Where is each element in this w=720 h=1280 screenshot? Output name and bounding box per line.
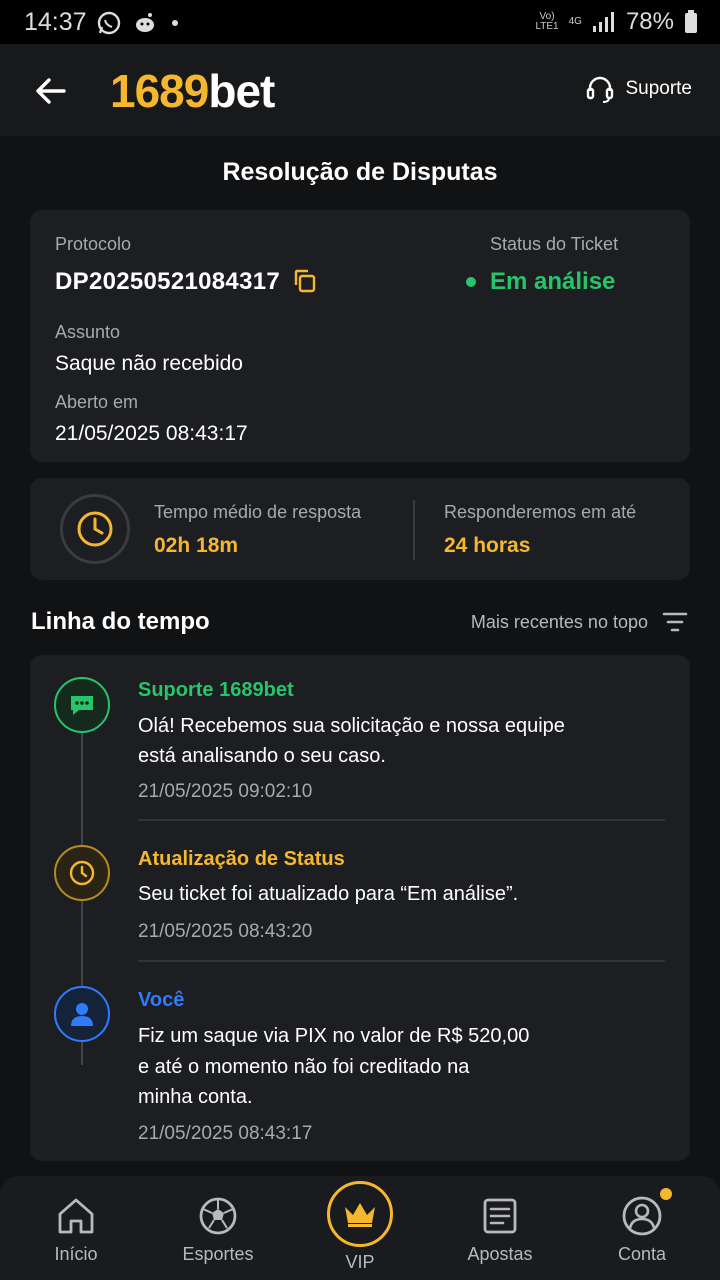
response-time-card: Tempo médio de resposta 02h 18m Responde…: [30, 478, 690, 580]
timeline-item-message: e até o momento não foi creditado na: [138, 1056, 470, 1078]
nav-home-label: Início: [54, 1244, 98, 1264]
notification-dot-icon: [172, 20, 178, 26]
soccer-ball-icon: [199, 1197, 237, 1235]
timeline-item-message: está analisando o seu caso.: [138, 745, 386, 767]
timeline-item-time: 21/05/2025 08:43:17: [138, 1123, 313, 1144]
nav-account[interactable]: Conta: [582, 1194, 702, 1265]
avg-response-label: Tempo médio de resposta: [154, 502, 362, 522]
timeline-item-user-icon: [54, 986, 110, 1042]
status-dot: [466, 277, 476, 287]
status-time: 14:37: [24, 8, 87, 36]
user-icon: [71, 1003, 93, 1026]
support-label: Suporte: [625, 78, 692, 99]
nav-sports-label: Esportes: [182, 1244, 254, 1264]
opened-label: Aberto em: [55, 392, 139, 412]
avg-response-value: 02h 18m: [154, 534, 239, 557]
home-icon: [58, 1198, 94, 1234]
ticket-card: Protocolo DP20250521084317 Status do Tic…: [30, 210, 690, 462]
nav-bets[interactable]: Apostas: [440, 1194, 560, 1265]
timeline-sort-button[interactable]: Mais recentes no topo: [471, 611, 688, 633]
crown-icon: [345, 1203, 375, 1227]
response-clock: [60, 494, 130, 564]
bottom-nav: Início Esportes VIP Apostas Conta: [0, 1176, 720, 1280]
app-header: 1689bet Suporte: [0, 44, 720, 136]
clock-icon: [69, 860, 95, 886]
account-icon: [622, 1196, 662, 1236]
status-value: Em análise: [490, 268, 616, 295]
reddit-icon: [136, 13, 154, 32]
timeline-title: Linha do tempo: [31, 608, 210, 635]
timeline-item-message: Olá! Recebemos sua solicitação e nossa e…: [138, 715, 565, 737]
clock-icon: [77, 511, 113, 547]
notification-badge: [660, 1188, 672, 1200]
opened-value: 21/05/2025 08:43:17: [55, 422, 248, 445]
timeline-item-author: Atualização de Status: [138, 848, 345, 870]
status-label: Status do Ticket: [490, 234, 619, 254]
response-within-value: 24 horas: [444, 534, 531, 557]
nav-sports[interactable]: Esportes: [158, 1194, 278, 1265]
status-bar: 14:37 Vo) LTE1 4G 78%: [0, 0, 720, 44]
signal-icon: [592, 12, 614, 32]
support-button[interactable]: Suporte: [585, 74, 692, 104]
timeline-separator: [138, 819, 665, 821]
nav-vip-button[interactable]: [327, 1181, 393, 1247]
headset-icon: [587, 76, 614, 103]
timeline-item-message: Seu ticket foi atualizado para “Em análi…: [138, 883, 519, 905]
sort-label: Mais recentes no topo: [470, 611, 648, 632]
timeline-separator: [138, 960, 665, 962]
copy-icon[interactable]: [292, 268, 318, 294]
whatsapp-icon: [97, 11, 121, 35]
back-arrow-icon[interactable]: [34, 74, 68, 108]
timeline-item-author: Suporte 1689bet: [138, 679, 294, 701]
timeline-item-message: minha conta.: [138, 1086, 253, 1108]
timeline-item-status-icon: [54, 845, 110, 901]
timeline-item-support-icon: [54, 677, 110, 733]
volte-indicator: Vo) LTE1: [535, 11, 559, 32]
timeline-item-author: Você: [138, 989, 185, 1011]
network-type: 4G: [568, 16, 582, 27]
subject-label: Assunto: [55, 322, 121, 342]
response-within-label: Responderemos em até: [444, 502, 637, 522]
page-title: Resolução de Disputas: [222, 158, 498, 186]
protocol-value: DP20250521084317: [55, 268, 281, 295]
timeline-item-message: Fiz um saque via PIX no valor de R$ 520,…: [138, 1025, 530, 1047]
subject-value: Saque não recebido: [55, 352, 243, 375]
protocol-label: Protocolo: [55, 234, 132, 254]
filter-icon: [662, 612, 688, 632]
nav-bets-label: Apostas: [467, 1244, 533, 1264]
nav-vip-label: VIP: [345, 1252, 375, 1272]
divider: [413, 500, 415, 560]
timeline-item-time: 21/05/2025 09:02:10: [138, 781, 313, 802]
nav-account-label: Conta: [617, 1244, 667, 1264]
battery-icon: [685, 10, 697, 33]
brand-logo: 1689bet: [110, 65, 275, 117]
betslip-icon: [483, 1198, 517, 1234]
chat-icon: [71, 696, 93, 715]
timeline-item-time: 21/05/2025 08:43:20: [138, 921, 313, 942]
status-badge: Em análise: [466, 268, 615, 296]
timeline-card: Suporte 1689bet Olá! Recebemos sua solic…: [30, 655, 690, 1161]
battery-percent: 78%: [625, 8, 674, 35]
nav-home[interactable]: Início: [16, 1194, 136, 1265]
